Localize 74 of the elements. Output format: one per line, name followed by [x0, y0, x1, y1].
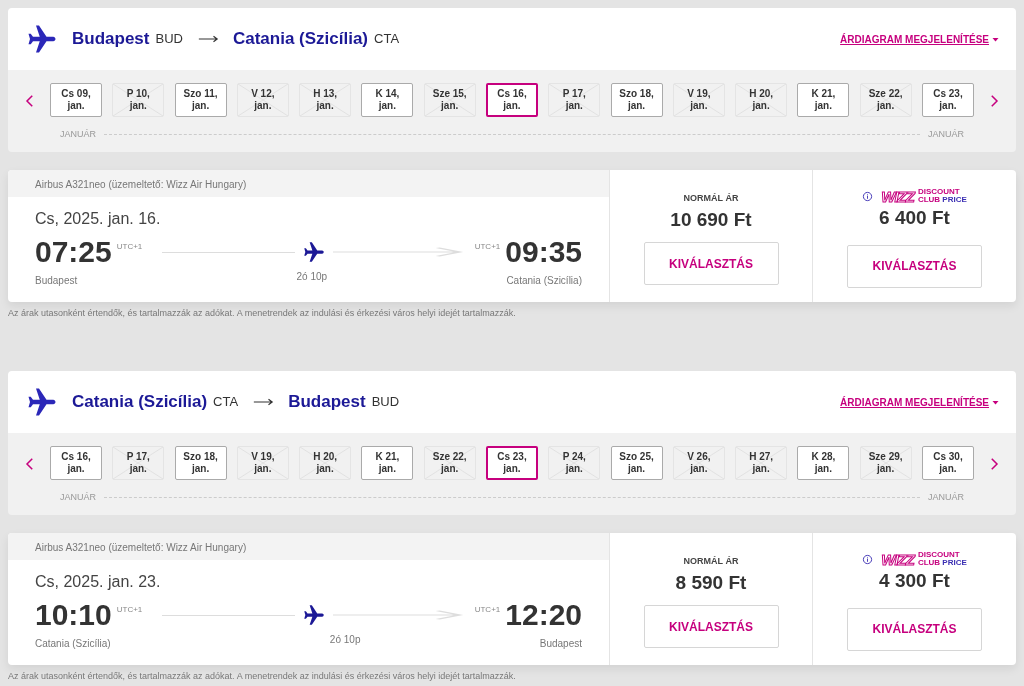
date-button[interactable]: Cs 23, jan.: [485, 446, 538, 480]
date-button[interactable]: V 26, jan.: [672, 446, 725, 480]
month-label: JANUÁR: [928, 128, 964, 141]
date-button[interactable]: H 20, jan.: [735, 83, 788, 117]
month-label: JANUÁR: [60, 128, 96, 141]
select-button[interactable]: KIVÁLASZTÁS: [643, 242, 779, 285]
date-button[interactable]: Cs 23, jan.: [921, 83, 974, 117]
departure-city: Budapest: [35, 274, 78, 288]
duration: 2ó 10p: [329, 633, 361, 647]
date-button[interactable]: P 17, jan.: [548, 83, 601, 117]
destination-city: Budapest: [288, 391, 366, 414]
select-button[interactable]: KIVÁLASZTÁS: [643, 605, 779, 648]
aircraft-info: Airbus A321neo (üzemeltető: Wizz Air Hungary): [35, 179, 247, 190]
date-button[interactable]: K 21, jan.: [361, 446, 414, 480]
date-button[interactable]: P 10, jan.: [112, 83, 165, 117]
date-button[interactable]: Cs 16, jan.: [50, 446, 102, 480]
date-button[interactable]: Szo 11, jan.: [174, 83, 227, 117]
flight-date: Cs, 2025. jan. 23.: [35, 572, 162, 592]
origin-city: Budapest: [72, 28, 150, 51]
date-button[interactable]: K 14, jan.: [361, 83, 414, 117]
departure-city: Catania (Szicília): [35, 637, 111, 651]
fare-price: 4 300 Ft: [879, 569, 950, 593]
arrival-time: 12:20: [505, 600, 582, 630]
date-button[interactable]: H 13, jan.: [299, 83, 352, 117]
timezone-label: UTC+1: [116, 241, 143, 253]
date-button[interactable]: P 24, jan.: [548, 446, 601, 480]
date-button[interactable]: Szo 18, jan.: [610, 83, 663, 117]
fare-price: 10 690 Ft: [670, 207, 752, 232]
date-button[interactable]: Cs 16, jan.: [485, 83, 538, 117]
date-button[interactable]: Cs 09, jan.: [50, 83, 102, 117]
date-button[interactable]: Sze 15, jan.: [423, 83, 476, 117]
date-button[interactable]: V 12, jan.: [236, 83, 289, 117]
flight-date: Cs, 2025. jan. 16.: [35, 209, 162, 229]
origin-city: Catania (Szicília): [72, 391, 208, 414]
date-button[interactable]: V 19, jan.: [672, 83, 725, 117]
timezone-label: UTC+1: [474, 241, 501, 253]
disclaimer-text: Az árak utasonként értendők, és tartalmazzák az adókat. A menetrendek az indulási és érkezési város helyi idejét tartalmazzák.: [8, 671, 517, 682]
date-button[interactable]: Sze 29, jan.: [859, 446, 912, 480]
arrival-time: 09:35: [505, 237, 582, 267]
destination-city: Catania (Szicília): [232, 28, 369, 51]
arrival-city: Catania (Szicília): [506, 274, 582, 288]
date-button[interactable]: H 20, jan.: [299, 446, 352, 480]
date-button[interactable]: Sze 22, jan.: [423, 446, 476, 480]
date-button[interactable]: K 21, jan.: [797, 83, 850, 117]
aircraft-info: Airbus A321neo (üzemeltető: Wizz Air Hungary): [35, 542, 247, 553]
date-button[interactable]: Cs 30, jan.: [921, 446, 974, 480]
departure-time: 07:25: [35, 237, 112, 267]
departure-time: 10:10: [35, 600, 112, 630]
date-button[interactable]: H 27, jan.: [735, 446, 788, 480]
date-button[interactable]: V 19, jan.: [236, 446, 289, 480]
fare-price: 8 590 Ft: [675, 570, 747, 595]
price-chart-link[interactable]: ÁRDIAGRAM MEGJELENÍTÉSE: [840, 394, 1000, 410]
destination-code: CTA: [374, 30, 400, 49]
fare-price: 6 400 Ft: [879, 206, 950, 230]
month-label: JANUÁR: [60, 491, 96, 504]
select-button[interactable]: KIVÁLASZTÁS: [847, 244, 982, 288]
date-button[interactable]: Szo 25, jan.: [610, 446, 663, 480]
date-button[interactable]: K 28, jan.: [797, 446, 850, 480]
arrival-city: Budapest: [539, 637, 582, 651]
origin-code: CTA: [213, 393, 239, 412]
timezone-label: UTC+1: [474, 604, 501, 616]
fare-label: NORMÁL ÁR: [683, 192, 739, 205]
destination-code: BUD: [371, 393, 400, 412]
select-button[interactable]: KIVÁLASZTÁS: [847, 607, 982, 651]
disclaimer-text: Az árak utasonként értendők, és tartalmazzák az adókat. A menetrendek az indulási és érkezési város helyi idejét tartalmazzák.: [8, 308, 517, 319]
date-button[interactable]: Sze 22, jan.: [859, 83, 912, 117]
fare-label: NORMÁL ÁR: [683, 555, 739, 568]
price-chart-link[interactable]: ÁRDIAGRAM MEGJELENÍTÉSE: [840, 31, 1000, 47]
date-button[interactable]: P 17, jan.: [112, 446, 165, 480]
timezone-label: UTC+1: [116, 604, 143, 616]
date-button[interactable]: Szo 18, jan.: [174, 446, 227, 480]
month-label: JANUÁR: [928, 491, 964, 504]
duration: 2ó 10p: [296, 270, 328, 284]
origin-code: BUD: [155, 30, 183, 49]
